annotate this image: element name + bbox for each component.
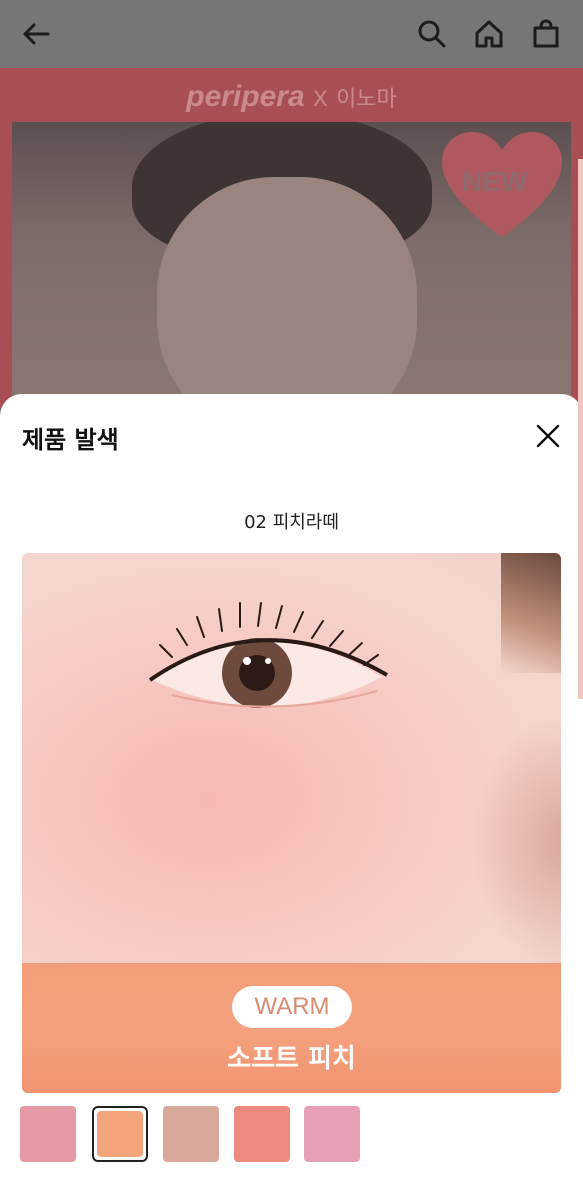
- arrow-left-icon: [23, 23, 50, 45]
- thumb-swatch: [163, 1106, 219, 1162]
- collab-name: 이노마: [336, 86, 397, 111]
- close-icon[interactable]: [532, 420, 564, 452]
- back-button[interactable]: [16, 14, 56, 54]
- shade-thumb-5[interactable]: [304, 1106, 360, 1162]
- hair-edge: [501, 553, 561, 673]
- shade-thumb-4[interactable]: [234, 1106, 290, 1162]
- cheek-shadow: [471, 713, 561, 973]
- new-badge: NEW: [462, 166, 528, 197]
- eye-illustration: [148, 602, 388, 708]
- sheet-title: 제품 발색: [22, 426, 119, 454]
- home-icon: [475, 20, 503, 48]
- app-bar: [0, 0, 583, 68]
- shade-thumb-2[interactable]: [92, 1106, 148, 1162]
- swatch-photo: WARM 소프트 피치: [22, 553, 561, 1093]
- search-button[interactable]: [412, 14, 452, 54]
- shade-thumb-3[interactable]: [163, 1106, 219, 1162]
- collab-x: X: [312, 86, 328, 111]
- thumb-swatch: [234, 1106, 290, 1162]
- tone-tag: WARM: [232, 986, 352, 1028]
- home-button[interactable]: [469, 14, 509, 54]
- model-face: [157, 177, 417, 412]
- cart-button[interactable]: [526, 14, 566, 54]
- promo-banner: peripera X 이노마 NEW: [0, 68, 583, 412]
- color-swatch-sheet: 제품 발색 02 피치라떼 WARM 소프트 피치: [0, 394, 583, 1200]
- next-swatch-peek: [578, 159, 583, 699]
- banner-brand: peripera X 이노마: [0, 80, 583, 114]
- search-icon: [418, 20, 446, 48]
- thumb-swatch: [304, 1106, 360, 1162]
- swatch-label: 소프트 피치: [227, 1044, 356, 1074]
- shade-name: 02 피치라떼: [244, 512, 339, 533]
- model-photo: NEW: [12, 122, 571, 412]
- thumb-swatch: [20, 1106, 76, 1162]
- shopping-bag-icon: [533, 19, 559, 48]
- shade-thumb-1[interactable]: [20, 1106, 76, 1162]
- brand-logo: peripera: [186, 80, 305, 113]
- thumb-swatch: [97, 1111, 143, 1157]
